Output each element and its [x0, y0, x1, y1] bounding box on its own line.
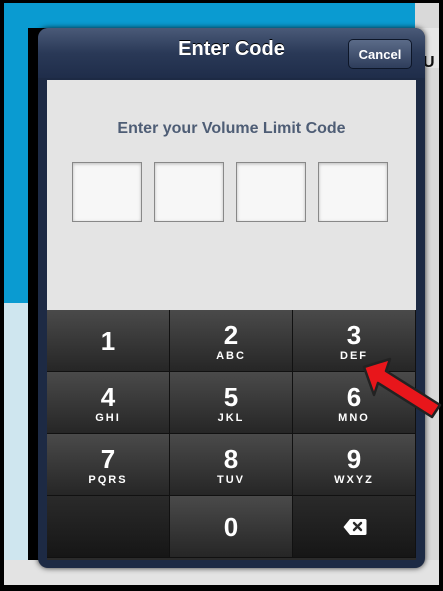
code-prompt: Enter your Volume Limit Code	[117, 120, 346, 137]
code-digit-box-3[interactable]	[236, 162, 306, 222]
key-number: 2	[223, 320, 239, 350]
code-digit-box-1[interactable]	[72, 162, 142, 222]
numeric-keypad: 1 2 ABC 3 DEF 4 GHI 5 JKL 6 MNO 7 PQRS 8…	[47, 310, 416, 560]
key-letters: JKL	[217, 412, 245, 424]
backspace-key[interactable]	[293, 496, 416, 558]
key-number: 0	[223, 512, 239, 542]
key-number: 8	[223, 444, 239, 474]
key-number: 4	[100, 382, 116, 412]
key-7[interactable]: 7 PQRS	[47, 434, 170, 496]
key-blank	[47, 496, 170, 558]
key-number: 3	[346, 320, 362, 350]
code-entry-area: Enter your Volume Limit Code	[47, 80, 416, 310]
background-left-panel	[4, 3, 28, 303]
key-1[interactable]: 1	[47, 310, 170, 372]
code-digit-box-2[interactable]	[154, 162, 224, 222]
background-app-header	[4, 3, 439, 28]
key-9[interactable]: 9 WXYZ	[293, 434, 416, 496]
key-2[interactable]: 2 ABC	[170, 310, 293, 372]
key-letters: WXYZ	[334, 474, 374, 486]
key-number: 5	[223, 382, 239, 412]
background-left-panel-lower	[4, 303, 28, 585]
key-number: 9	[346, 444, 362, 474]
backspace-icon	[343, 519, 367, 535]
key-0[interactable]: 0	[170, 496, 293, 558]
key-5[interactable]: 5 JKL	[170, 372, 293, 434]
key-letters: TUV	[217, 474, 245, 486]
key-number: 7	[100, 444, 116, 474]
enter-code-dialog: Enter Code Cancel Enter your Volume Limi…	[38, 28, 425, 568]
key-letters: GHI	[95, 412, 121, 424]
key-8[interactable]: 8 TUV	[170, 434, 293, 496]
key-letters: ABC	[216, 350, 246, 362]
cancel-button[interactable]: Cancel	[348, 39, 412, 69]
key-number: 1	[100, 326, 116, 356]
key-letters: PQRS	[88, 474, 128, 486]
annotation-arrow-icon	[362, 357, 442, 419]
key-4[interactable]: 4 GHI	[47, 372, 170, 434]
dialog-titlebar: Enter Code Cancel	[38, 28, 425, 78]
code-digit-box-4[interactable]	[318, 162, 388, 222]
